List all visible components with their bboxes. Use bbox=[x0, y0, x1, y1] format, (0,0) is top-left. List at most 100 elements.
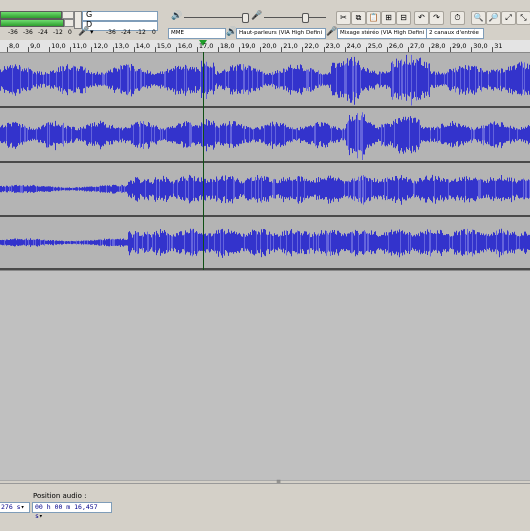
ruler-tick-label: 24,0 bbox=[346, 42, 362, 50]
audio-position-field[interactable]: 00 h 00 m 16,457 s▾ bbox=[32, 502, 112, 520]
meter-tick: -12 bbox=[136, 29, 146, 36]
ruler-tick bbox=[302, 47, 304, 52]
playback-meter-right bbox=[0, 19, 64, 27]
timeline-ruler[interactable]: 8,0 9,0 10,0 11,0 12,0 13,0 14,0 15,0 16,0 17,0 18… bbox=[0, 40, 530, 53]
playback-meter-left bbox=[0, 11, 62, 19]
ruler-tick-label: 27,0 bbox=[409, 42, 425, 50]
undo-icon[interactable]: ↶ bbox=[414, 11, 429, 25]
meter-tick: -36 bbox=[8, 29, 18, 36]
audio-track-2-left[interactable] bbox=[0, 163, 530, 217]
ruler-tick-label: 23,0 bbox=[325, 42, 340, 50]
fit-selection-icon[interactable]: ⤢ bbox=[501, 11, 516, 25]
ruler-tick-label: 13,0 bbox=[114, 42, 129, 50]
recording-meter bbox=[82, 11, 158, 21]
speaker-icon: 🔊 bbox=[171, 11, 183, 21]
meter-tick: 0 bbox=[68, 29, 72, 36]
ruler-tick bbox=[154, 47, 156, 52]
fit-project-icon[interactable]: ⤡ bbox=[516, 11, 530, 25]
ruler-tick bbox=[450, 47, 452, 52]
recording-volume-thumb[interactable] bbox=[302, 13, 309, 23]
ruler-tick bbox=[239, 47, 241, 52]
ruler-tick-label: 9,0 bbox=[30, 42, 41, 50]
ruler-tick-label: 16,0 bbox=[177, 42, 193, 50]
ruler-tick-label: 29,0 bbox=[452, 42, 467, 50]
waveform bbox=[0, 174, 530, 205]
recording-volume-slider[interactable] bbox=[264, 17, 326, 18]
waveform bbox=[0, 112, 530, 160]
ruler-tick-label: 26,0 bbox=[388, 42, 404, 50]
ruler-tick-label: 18,0 bbox=[220, 42, 235, 50]
ruler-tick bbox=[133, 47, 135, 52]
ruler-tick bbox=[112, 47, 114, 52]
playback-device-select[interactable]: Haut-parleurs (VIA High Defini bbox=[236, 28, 326, 39]
ruler-tick bbox=[365, 47, 367, 52]
paste-icon[interactable]: 📋 bbox=[366, 11, 381, 25]
ruler-tick-label: 19,0 bbox=[241, 42, 256, 50]
ruler-tick bbox=[7, 47, 8, 52]
empty-track-area[interactable] bbox=[0, 270, 530, 481]
waveform bbox=[0, 228, 530, 258]
ruler-tick-label: 14,0 bbox=[135, 42, 151, 50]
audio-track-2-right[interactable] bbox=[0, 217, 530, 270]
recording-meter-label: G bbox=[86, 10, 93, 19]
ruler-tick-label: 11,0 bbox=[72, 42, 87, 50]
ruler-tick-label: 10,0 bbox=[51, 42, 66, 50]
sync-lock-icon[interactable]: ⏱ bbox=[450, 11, 465, 25]
playback-volume-thumb[interactable] bbox=[242, 13, 249, 23]
meter-tick: 0 bbox=[152, 29, 156, 36]
zoom-in-icon[interactable]: 🔍 bbox=[471, 11, 486, 25]
ruler-tick-label: 17,0 bbox=[198, 42, 214, 50]
toolbar: G D -36 -36 -24 -12 0 🎤 ▾ -36 -24 -12 0 … bbox=[0, 0, 530, 40]
microphone-icon: 🎤 bbox=[326, 27, 338, 37]
selection-toolbar: Position audio : 276 s▾ 00 h 00 m 16,457… bbox=[0, 483, 530, 531]
meter-tick: -12 bbox=[53, 29, 63, 36]
playback-meter-left-bg bbox=[62, 11, 74, 19]
audio-track-1-right[interactable] bbox=[0, 108, 530, 163]
playback-meter-right-bg bbox=[64, 19, 74, 27]
ruler-tick bbox=[70, 47, 72, 52]
ruler-tick bbox=[91, 47, 93, 52]
ruler-tick bbox=[218, 47, 219, 52]
ruler-tick-label: 31 bbox=[494, 42, 503, 50]
ruler-tick bbox=[196, 47, 198, 52]
microphone-icon[interactable]: 🎤 bbox=[78, 27, 89, 37]
ruler-tick-label: 15,0 bbox=[156, 42, 172, 50]
ruler-tick-label: 22,0 bbox=[304, 42, 319, 50]
ruler-tick bbox=[28, 47, 30, 52]
trim-icon[interactable]: ⊞ bbox=[381, 11, 396, 25]
redo-icon[interactable]: ↷ bbox=[429, 11, 444, 25]
meter-tick: -24 bbox=[121, 29, 131, 36]
ruler-tick bbox=[471, 47, 473, 52]
audio-track-1-left[interactable] bbox=[0, 53, 530, 108]
copy-icon[interactable]: ⧉ bbox=[351, 11, 366, 25]
recording-device-select[interactable]: Mixage stéréo (VIA High Defini bbox=[337, 28, 427, 39]
chevron-down-icon[interactable]: ▾ bbox=[90, 28, 94, 36]
ruler-tick bbox=[429, 47, 430, 52]
ruler-tick-label: 30,0 bbox=[473, 42, 488, 50]
waveform bbox=[0, 54, 530, 106]
ruler-tick bbox=[175, 47, 177, 52]
ruler-tick bbox=[407, 47, 409, 52]
ruler-tick bbox=[492, 47, 494, 52]
ruler-tick-label: 12,0 bbox=[93, 42, 108, 50]
meter-tick: -36 bbox=[106, 29, 116, 36]
playback-volume-slider[interactable] bbox=[184, 17, 246, 18]
ruler-tick bbox=[344, 47, 346, 52]
selection-time-fragment[interactable]: 276 s▾ bbox=[0, 502, 30, 513]
silence-icon[interactable]: ⊟ bbox=[396, 11, 411, 25]
cut-icon[interactable]: ✂ bbox=[336, 11, 351, 25]
ruler-tick bbox=[281, 47, 283, 52]
microphone-icon: 🎤 bbox=[251, 11, 263, 21]
ruler-tick-label: 20,0 bbox=[262, 42, 277, 50]
ruler-tick-label: 21,0 bbox=[283, 42, 298, 50]
meter-tick: -24 bbox=[38, 29, 48, 36]
ruler-tick-label: 28,0 bbox=[431, 42, 446, 50]
audio-host-select[interactable]: MME bbox=[168, 28, 226, 39]
zoom-out-icon[interactable]: 🔎 bbox=[486, 11, 501, 25]
ruler-tick bbox=[386, 47, 388, 52]
edit-cursor-line bbox=[203, 52, 204, 270]
audio-position-value: 00 h 00 m 16,457 s bbox=[35, 503, 98, 520]
channels-select[interactable]: 2 canaux d'entrée bbox=[426, 28, 484, 39]
ruler-tick bbox=[260, 47, 262, 52]
audio-position-label: Position audio : bbox=[33, 492, 87, 500]
